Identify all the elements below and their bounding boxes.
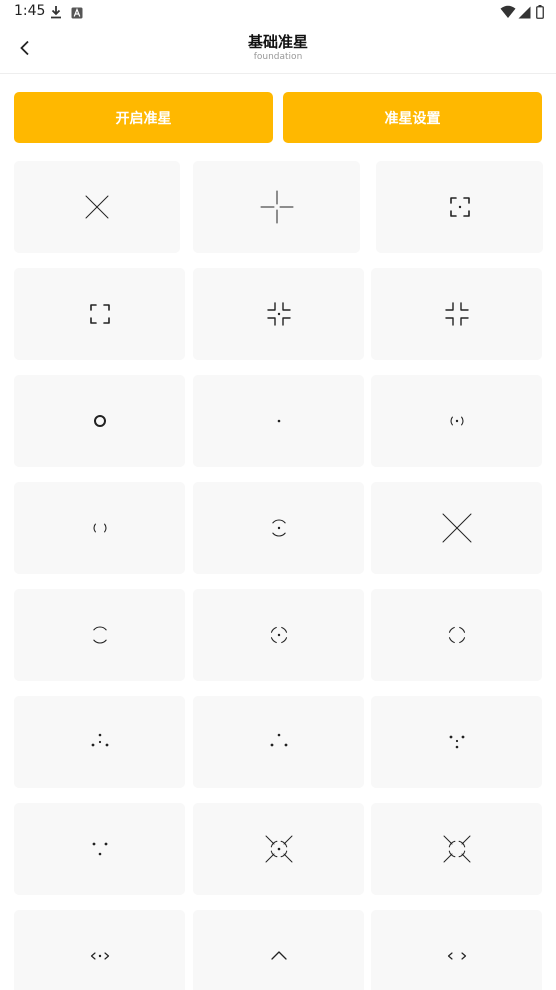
crosshair-tile-11[interactable] bbox=[193, 482, 364, 574]
crosshair-inverted-triangle-dot-icon bbox=[449, 735, 464, 749]
crosshair-tile-21[interactable] bbox=[371, 803, 542, 895]
crosshair-tile-16[interactable] bbox=[14, 696, 185, 788]
crosshair-burst-circle-icon bbox=[443, 835, 470, 863]
crosshair-tile-20[interactable] bbox=[193, 803, 364, 895]
crosshair-dot-icon bbox=[277, 419, 280, 423]
crosshair-tile-9[interactable] bbox=[371, 375, 542, 467]
crosshair-tile-22[interactable] bbox=[14, 910, 185, 990]
crosshair-ring-icon bbox=[93, 415, 106, 427]
crosshair-tile-19[interactable] bbox=[14, 803, 185, 895]
crosshair-tile-12[interactable] bbox=[371, 482, 542, 574]
crosshair-angle-pair-icon bbox=[447, 952, 466, 960]
crosshair-tile-23[interactable] bbox=[193, 910, 364, 990]
crosshair-tile-7[interactable] bbox=[14, 375, 185, 467]
crosshair-dashed-circle-icon bbox=[448, 626, 465, 644]
crosshair-tile-15[interactable] bbox=[371, 589, 542, 681]
crosshair-burst-circle-dot-icon bbox=[265, 835, 292, 863]
crosshair-inner-corners-dot-icon bbox=[266, 302, 291, 326]
crosshair-tile-24[interactable] bbox=[371, 910, 542, 990]
crosshair-tile-2[interactable] bbox=[193, 161, 360, 253]
crosshair-tile-6[interactable] bbox=[371, 268, 542, 360]
crosshair-inner-corners-icon bbox=[444, 302, 469, 326]
crosshair-triangle-dots-dot-icon bbox=[91, 733, 108, 747]
crosshair-paren-icon bbox=[93, 523, 106, 533]
crosshair-caret-up-icon bbox=[270, 951, 287, 960]
crosshair-plus-cross-icon bbox=[260, 190, 293, 224]
crosshair-tile-8[interactable] bbox=[193, 375, 364, 467]
crosshair-triangle-dots-icon bbox=[270, 733, 287, 747]
crosshair-x-cross-icon bbox=[85, 195, 109, 219]
crosshair-angle-dot-icon bbox=[90, 952, 109, 960]
crosshair-tile-13[interactable] bbox=[14, 589, 185, 681]
crosshair-tile-14[interactable] bbox=[193, 589, 364, 681]
crosshair-paren-dot-icon bbox=[450, 416, 463, 426]
crosshair-tile-10[interactable] bbox=[14, 482, 185, 574]
crosshair-inverted-triangle-icon bbox=[92, 842, 107, 856]
crosshair-square-bracket-icon bbox=[92, 626, 107, 644]
crosshair-corner-brackets-dot-icon bbox=[449, 197, 470, 217]
crosshair-tile-1[interactable] bbox=[14, 161, 180, 253]
crosshair-tile-17[interactable] bbox=[193, 696, 364, 788]
crosshair-big-x-icon bbox=[442, 513, 471, 543]
crosshair-tile-5[interactable] bbox=[193, 268, 364, 360]
crosshair-grid bbox=[0, 0, 556, 990]
crosshair-dashed-circle-dot-icon bbox=[270, 626, 287, 644]
crosshair-corner-brackets-icon bbox=[89, 304, 110, 324]
crosshair-tile-4[interactable] bbox=[14, 268, 185, 360]
crosshair-tile-18[interactable] bbox=[371, 696, 542, 788]
crosshair-square-bracket-dot-icon bbox=[271, 519, 286, 537]
crosshair-tile-3[interactable] bbox=[376, 161, 543, 253]
